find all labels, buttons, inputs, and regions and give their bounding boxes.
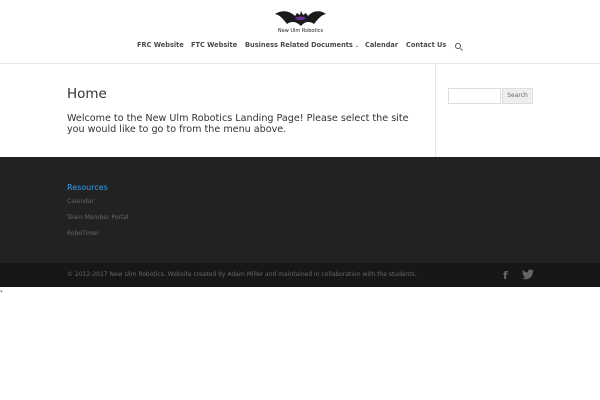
- search-input[interactable]: [448, 88, 501, 104]
- copyright-text: © 2012-2017 New Ulm Robotics. Website cr…: [67, 271, 417, 278]
- footer-resources-heading: Resources: [67, 183, 108, 192]
- twitter-icon[interactable]: [522, 269, 534, 280]
- nav-contact-us[interactable]: Contact Us: [406, 41, 446, 49]
- nav-business-documents-label: Business Related Documents: [245, 41, 353, 49]
- welcome-text: Welcome to the New Ulm Robotics Landing …: [67, 113, 409, 135]
- site-header: New Ulm Robotics FRC Website FTC Website…: [0, 0, 600, 64]
- main-nav: FRC Website FTC Website Business Related…: [0, 41, 600, 55]
- main-content: [0, 64, 600, 157]
- logo-text: New Ulm Robotics: [277, 28, 324, 34]
- footer-link-calendar[interactable]: Calendar: [67, 198, 94, 205]
- facebook-icon[interactable]: f: [503, 269, 508, 282]
- nav-calendar[interactable]: Calendar: [365, 41, 398, 49]
- footer-link-robotime[interactable]: RoboTime!: [67, 230, 99, 237]
- footer: [0, 157, 600, 263]
- site-logo[interactable]: New Ulm Robotics: [273, 8, 328, 36]
- sidebar-divider: [435, 64, 436, 157]
- stray-mark: *: [0, 290, 3, 296]
- search-icon[interactable]: [455, 43, 461, 49]
- bat-logo-icon: [275, 11, 326, 26]
- page-title: Home: [67, 86, 107, 102]
- search-button[interactable]: Search: [502, 88, 533, 104]
- footer-link-team-member-portal[interactable]: Team Member Portal: [67, 214, 129, 221]
- nav-frc-website[interactable]: FRC Website: [137, 41, 184, 49]
- nav-business-documents[interactable]: Business Related Documents ⌄: [245, 41, 359, 49]
- chevron-down-icon: ⌄: [354, 43, 360, 49]
- nav-ftc-website[interactable]: FTC Website: [191, 41, 237, 49]
